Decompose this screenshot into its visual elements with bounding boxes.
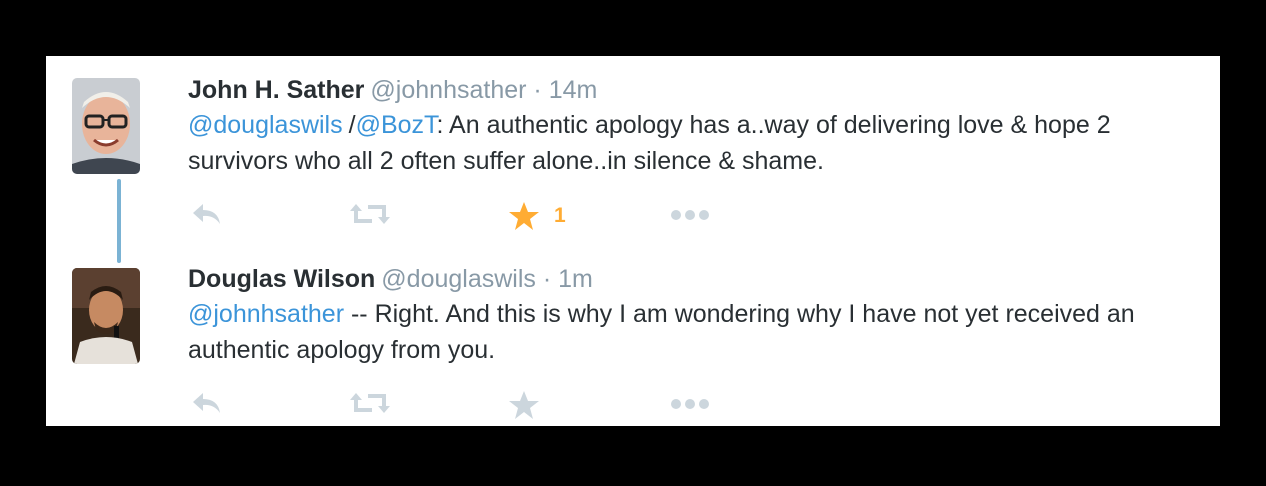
timestamp[interactable]: 1m (558, 265, 593, 293)
tweet-header: Douglas Wilson @douglaswils · 1m (188, 264, 1188, 294)
user-name[interactable]: Douglas Wilson (188, 265, 375, 293)
avatar[interactable] (72, 268, 140, 364)
mention-link[interactable]: @BozT (356, 111, 437, 139)
more-button[interactable] (670, 398, 710, 410)
more-icon (671, 399, 709, 409)
retweet-icon (350, 393, 390, 413)
favorite-icon (509, 202, 539, 230)
more-button[interactable] (670, 209, 710, 221)
retweet-button[interactable] (350, 201, 390, 227)
tweet: Douglas Wilson @douglaswils · 1m @johnhsa… (188, 264, 1188, 368)
mention-link[interactable]: @douglaswils (188, 111, 343, 139)
user-handle[interactable]: @douglaswils (381, 265, 536, 293)
more-icon (671, 210, 709, 220)
favorite-icon (509, 391, 539, 419)
avatar-image (72, 78, 140, 174)
retweet-button[interactable] (350, 390, 390, 416)
reply-button[interactable] (190, 201, 222, 227)
retweet-icon (350, 204, 390, 224)
tweet-text: @johnhsather -- Right. And this is why I… (188, 296, 1188, 368)
separator: · (542, 265, 552, 293)
thread-connector-line (117, 179, 121, 263)
tweet-text: @douglaswils/@BozT: An authentic apology… (188, 107, 1188, 179)
avatar-image (72, 268, 140, 364)
reply-button[interactable] (190, 390, 222, 416)
favorite-count: 1 (554, 204, 566, 227)
reply-icon (193, 393, 220, 413)
reply-icon (193, 204, 220, 224)
separator: · (533, 76, 542, 104)
favorite-button[interactable]: 1 (508, 201, 566, 231)
timestamp[interactable]: 14m (549, 76, 598, 104)
text-fragment: / (348, 111, 356, 139)
tweet: John H. Sather @johnhsather · 14m @dougla… (188, 75, 1188, 179)
conversation-card: John H. Sather @johnhsather · 14m @dougla… (46, 56, 1220, 426)
user-handle[interactable]: @johnhsather (370, 76, 526, 104)
tweet-header: John H. Sather @johnhsather · 14m (188, 75, 1188, 105)
user-name[interactable]: John H. Sather (188, 76, 364, 104)
mention-link[interactable]: @johnhsather (188, 300, 344, 328)
avatar[interactable] (72, 78, 140, 174)
favorite-button[interactable] (508, 390, 540, 420)
